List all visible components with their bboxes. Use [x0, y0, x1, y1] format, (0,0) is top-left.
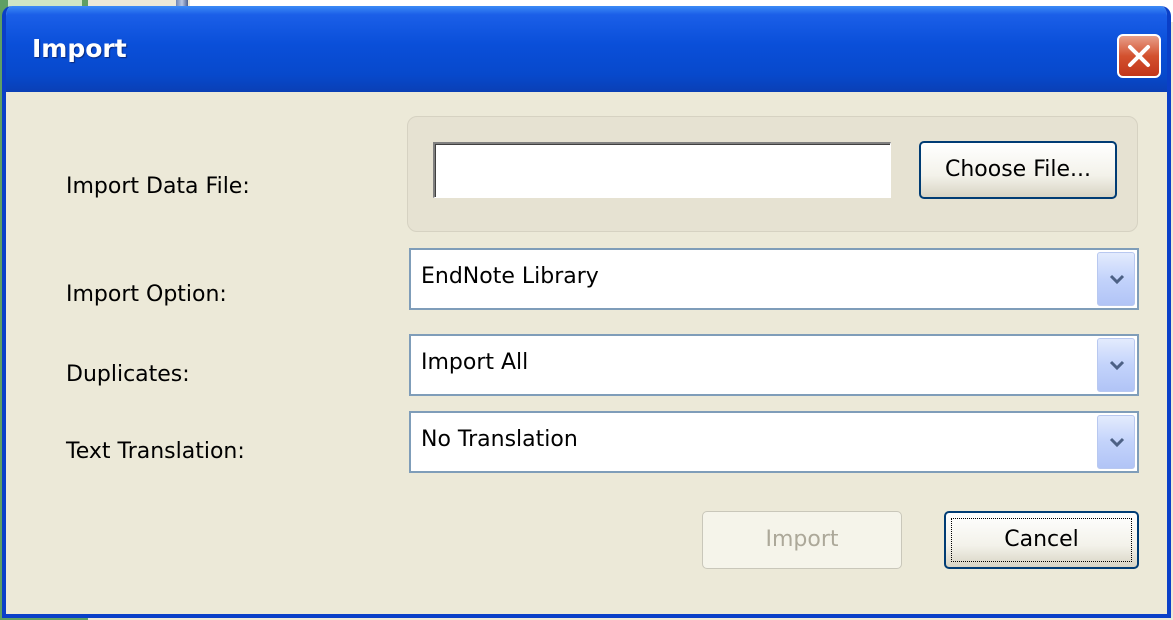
import-option-label: Import Option:: [66, 282, 227, 307]
chevron-down-icon: [1109, 274, 1125, 285]
duplicates-dropdown-button[interactable]: [1097, 338, 1135, 392]
duplicates-label: Duplicates:: [66, 362, 190, 387]
close-x-icon: [1128, 45, 1150, 67]
import-option-select[interactable]: EndNote Library: [409, 248, 1139, 310]
file-group-box: Choose File...: [407, 116, 1138, 232]
dialog-title: Import: [32, 34, 127, 63]
import-option-value: EndNote Library: [421, 264, 599, 289]
cancel-button[interactable]: Cancel: [944, 511, 1139, 569]
chevron-down-icon: [1109, 437, 1125, 448]
dialog-body: Import Data File: Choose File... Import …: [6, 92, 1167, 614]
import-option-dropdown-button[interactable]: [1097, 252, 1135, 306]
import-data-file-label: Import Data File:: [66, 174, 250, 199]
close-button[interactable]: [1117, 34, 1161, 78]
text-translation-value: No Translation: [421, 427, 578, 452]
import-dialog: Import Import Data File: Choose File... …: [2, 6, 1171, 618]
cancel-button-label: Cancel: [1004, 527, 1079, 552]
text-translation-dropdown-button[interactable]: [1097, 415, 1135, 469]
title-bar[interactable]: Import: [6, 6, 1167, 92]
choose-file-button[interactable]: Choose File...: [919, 141, 1117, 199]
chevron-down-icon: [1109, 360, 1125, 371]
duplicates-value: Import All: [421, 350, 529, 375]
text-translation-label: Text Translation:: [66, 439, 245, 464]
import-data-file-input[interactable]: [433, 142, 891, 198]
duplicates-select[interactable]: Import All: [409, 334, 1139, 396]
text-translation-select[interactable]: No Translation: [409, 411, 1139, 473]
import-button[interactable]: Import: [702, 511, 902, 569]
